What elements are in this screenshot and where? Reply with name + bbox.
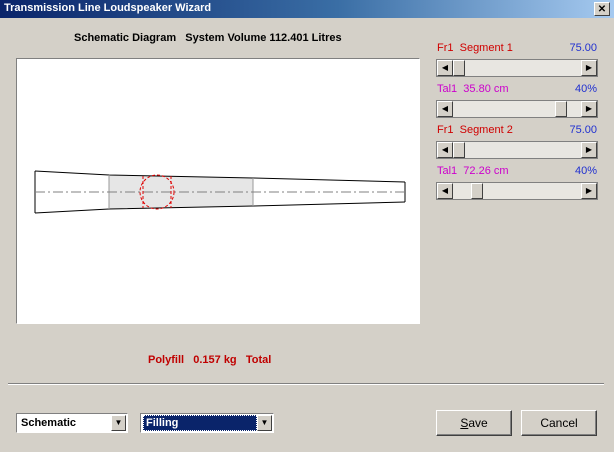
mode-select-value: Filling [143, 415, 257, 431]
segment-2-slider[interactable]: ◀ ▶ [436, 141, 598, 159]
view-select[interactable]: Schematic ▼ [16, 413, 128, 433]
right-arrow-icon[interactable]: ▶ [581, 183, 597, 199]
slider-thumb[interactable] [453, 142, 465, 158]
segment-2-value: 75.00 [569, 124, 597, 136]
slider-thumb[interactable] [453, 60, 465, 76]
window-title: Transmission Line Loudspeaker Wizard [4, 2, 212, 14]
segment-1-value: 75.00 [569, 42, 597, 54]
divider [8, 383, 604, 385]
right-arrow-icon[interactable]: ▶ [581, 142, 597, 158]
left-arrow-icon[interactable]: ◀ [437, 183, 453, 199]
polyfill-total: Polyfill 0.157 kg Total [148, 354, 272, 366]
close-icon: ✕ [597, 4, 607, 15]
left-arrow-icon[interactable]: ◀ [437, 101, 453, 117]
chevron-down-icon[interactable]: ▼ [257, 415, 272, 431]
slider-thumb[interactable] [555, 101, 567, 117]
left-arrow-icon[interactable]: ◀ [437, 60, 453, 76]
mode-select[interactable]: Filling ▼ [140, 413, 274, 433]
segment-2-label: Fr1 Segment 2 [437, 124, 513, 136]
taper-1-slider[interactable]: ◀ ▶ [436, 100, 598, 118]
schematic-canvas [16, 58, 420, 324]
segment-1-slider[interactable]: ◀ ▶ [436, 59, 598, 77]
left-arrow-icon[interactable]: ◀ [437, 142, 453, 158]
right-arrow-icon[interactable]: ▶ [581, 101, 597, 117]
title-bar: Transmission Line Loudspeaker Wizard ✕ [0, 0, 614, 18]
segment-1-label: Fr1 Segment 1 [437, 42, 513, 54]
view-select-value: Schematic [21, 417, 77, 429]
cancel-button[interactable]: Cancel [521, 410, 597, 436]
diagram-heading: Schematic Diagram System Volume 112.401 … [74, 32, 342, 44]
taper-1-value: 40% [574, 83, 597, 95]
chevron-down-icon[interactable]: ▼ [111, 415, 126, 431]
taper-2-value: 40% [574, 165, 597, 177]
schematic-diagram [34, 170, 406, 214]
slider-thumb[interactable] [471, 183, 483, 199]
taper-2-label: Tal1 72.26 cm [437, 165, 509, 177]
taper-2-slider[interactable]: ◀ ▶ [436, 182, 598, 200]
save-button[interactable]: Save [436, 410, 512, 436]
save-label-rest: ave [468, 416, 488, 430]
close-button[interactable]: ✕ [594, 2, 610, 16]
taper-1-label: Tal1 35.80 cm [437, 83, 509, 95]
right-arrow-icon[interactable]: ▶ [581, 60, 597, 76]
